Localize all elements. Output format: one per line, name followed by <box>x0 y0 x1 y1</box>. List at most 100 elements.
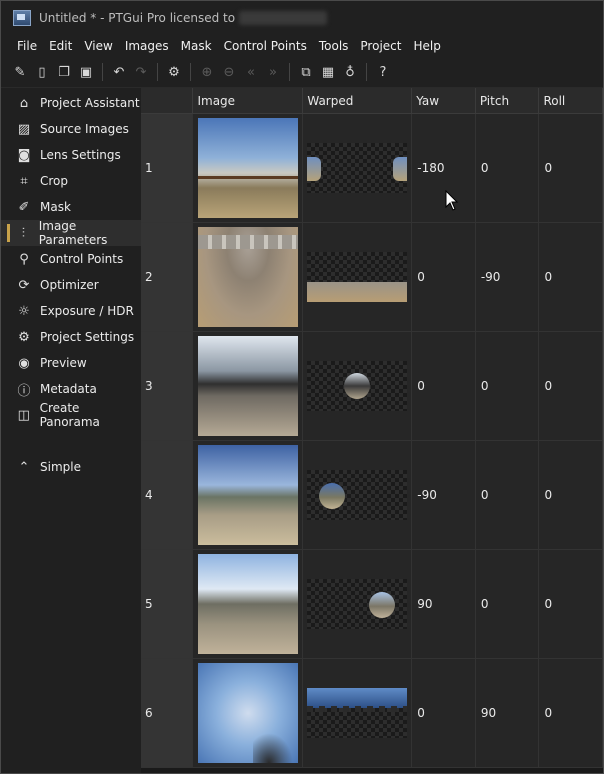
yaw-value[interactable]: -180 <box>411 113 476 223</box>
image-cell[interactable] <box>192 222 304 332</box>
zoom-out-icon[interactable]: ⊖ <box>218 61 240 83</box>
save-icon[interactable]: ▣ <box>75 61 97 83</box>
sidebar-item-metadata[interactable]: ⓘ Metadata <box>1 376 141 402</box>
sidebar-item-label: Create Panorama <box>39 401 100 429</box>
yaw-value[interactable]: 0 <box>411 222 476 332</box>
sidebar-item-crop[interactable]: ⌗ Crop <box>1 168 141 194</box>
panorama-editor-icon[interactable]: ⧉ <box>295 61 317 83</box>
toolbar-divider <box>157 63 158 81</box>
menu-tools[interactable]: Tools <box>313 35 355 57</box>
fast-forward-icon[interactable]: » <box>262 61 284 83</box>
help-question-icon[interactable]: ? <box>372 61 394 83</box>
open-project-icon[interactable]: ▯ <box>31 61 53 83</box>
save-as-icon[interactable]: ❐ <box>53 61 75 83</box>
roll-value[interactable]: 0 <box>538 658 603 768</box>
undo-icon[interactable]: ↶ <box>108 61 130 83</box>
redacted-license-name <box>239 11 328 25</box>
source-image-thumbnail[interactable] <box>197 227 298 327</box>
roll-value[interactable]: 0 <box>538 331 603 441</box>
sidebar-item-create-panorama[interactable]: ◫ Create Panorama <box>1 401 141 429</box>
sidebar-item-label: Image Parameters <box>38 219 108 247</box>
column-header-roll[interactable]: Roll <box>538 88 603 114</box>
table-row[interactable]: 2 0 -90 0 <box>141 222 603 332</box>
source-image-thumbnail[interactable] <box>197 554 298 654</box>
camera-icon: ◙ <box>17 147 31 163</box>
zoom-in-icon[interactable]: ⊕ <box>196 61 218 83</box>
image-cell[interactable] <box>192 331 304 441</box>
sidebar-item-preview[interactable]: ◉ Preview <box>1 350 141 376</box>
yaw-value[interactable]: 0 <box>411 331 476 441</box>
refresh-icon: ⟳ <box>18 277 30 293</box>
column-header-image[interactable]: Image <box>192 88 304 114</box>
gear-icon: ⚙ <box>18 329 30 345</box>
redo-icon[interactable]: ↷ <box>130 61 152 83</box>
image-cell[interactable] <box>192 440 304 550</box>
menu-help[interactable]: Help <box>407 35 446 57</box>
roll-value[interactable]: 0 <box>538 113 603 223</box>
row-number: 2 <box>141 222 194 332</box>
source-image-thumbnail[interactable] <box>197 336 298 436</box>
menu-control-points[interactable]: Control Points <box>218 35 313 57</box>
table-row[interactable]: 5 90 0 0 <box>141 549 603 659</box>
pitch-value[interactable]: 90 <box>475 658 540 768</box>
content-area: ⌂ Project Assistant ▨ Source Images ◙ Le… <box>1 88 603 773</box>
grid-table-icon[interactable]: ▦ <box>317 61 339 83</box>
column-header-yaw[interactable]: Yaw <box>411 88 476 114</box>
rewind-icon[interactable]: « <box>240 61 262 83</box>
pitch-value[interactable]: 0 <box>475 113 540 223</box>
table-row[interactable]: 6 0 90 0 <box>141 658 603 768</box>
menu-mask[interactable]: Mask <box>175 35 218 57</box>
sidebar-item-exposure-hdr[interactable]: ☼ Exposure / HDR <box>1 298 141 324</box>
row-number: 4 <box>141 440 194 550</box>
menu-project[interactable]: Project <box>354 35 407 57</box>
source-image-thumbnail[interactable] <box>197 445 298 545</box>
ptgui-logo-icon <box>13 10 31 26</box>
toolbar-divider <box>289 63 290 81</box>
table-row[interactable]: 4 -90 0 0 <box>141 440 603 550</box>
yaw-value[interactable]: -90 <box>411 440 476 550</box>
sidebar-item-control-points[interactable]: ⚲ Control Points <box>1 246 141 272</box>
title-bar: Untitled * - PTGui Pro licensed to <box>1 1 603 35</box>
lightbulb-icon[interactable]: ♁ <box>339 61 361 83</box>
warped-cell <box>302 222 413 332</box>
new-project-icon[interactable]: ✎ <box>9 61 31 83</box>
menu-view[interactable]: View <box>78 35 118 57</box>
warped-preview <box>307 252 408 302</box>
yaw-value[interactable]: 0 <box>411 658 476 768</box>
sidebar-item-label: Exposure / HDR <box>40 304 134 318</box>
pitch-value[interactable]: 0 <box>475 440 540 550</box>
column-header-pitch[interactable]: Pitch <box>475 88 540 114</box>
menu-file[interactable]: File <box>11 35 43 57</box>
sidebar-item-simple[interactable]: ⌃ Simple <box>1 454 141 480</box>
warped-cell <box>302 113 413 223</box>
roll-value[interactable]: 0 <box>538 440 603 550</box>
pitch-value[interactable]: 0 <box>475 331 540 441</box>
source-image-thumbnail[interactable] <box>197 118 298 218</box>
image-cell[interactable] <box>192 113 304 223</box>
column-header-index[interactable] <box>141 88 194 114</box>
table-row[interactable]: 1 -180 0 0 <box>141 113 603 223</box>
sidebar-item-image-parameters[interactable]: ⫶ Image Parameters <box>1 219 141 247</box>
sidebar-item-lens-settings[interactable]: ◙ Lens Settings <box>1 142 141 168</box>
yaw-value[interactable]: 90 <box>411 549 476 659</box>
column-header-warped[interactable]: Warped <box>302 88 413 114</box>
image-cell[interactable] <box>192 549 304 659</box>
roll-value[interactable]: 0 <box>538 222 603 332</box>
warped-preview <box>307 688 408 738</box>
sidebar-item-project-assistant[interactable]: ⌂ Project Assistant <box>1 90 141 116</box>
sidebar-item-project-settings[interactable]: ⚙ Project Settings <box>1 324 141 350</box>
source-image-thumbnail[interactable] <box>197 663 298 763</box>
sidebar-item-source-images[interactable]: ▨ Source Images <box>1 116 141 142</box>
sidebar-item-optimizer[interactable]: ⟳ Optimizer <box>1 272 141 298</box>
pitch-value[interactable]: 0 <box>475 549 540 659</box>
menu-images[interactable]: Images <box>119 35 175 57</box>
warped-preview <box>307 470 408 520</box>
settings-gear-icon[interactable]: ⚙ <box>163 61 185 83</box>
table-row[interactable]: 3 0 0 0 <box>141 331 603 441</box>
pitch-value[interactable]: -90 <box>475 222 540 332</box>
sidebar-item-mask[interactable]: ✐ Mask <box>1 194 141 220</box>
image-cell[interactable] <box>192 658 304 768</box>
menu-edit[interactable]: Edit <box>43 35 78 57</box>
window-title: Untitled * - PTGui Pro licensed to <box>39 11 236 25</box>
roll-value[interactable]: 0 <box>538 549 603 659</box>
